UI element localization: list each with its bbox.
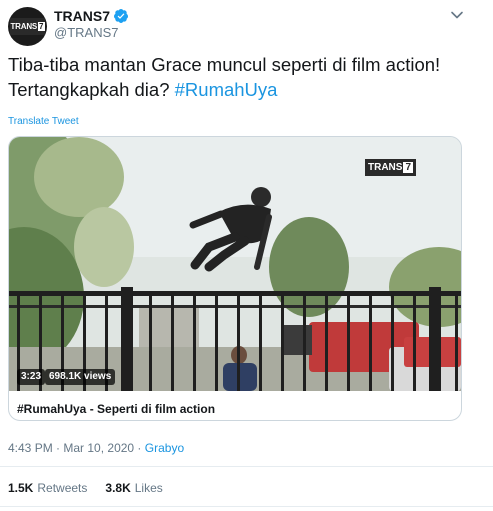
avatar-logo-number: 7 [38, 22, 45, 31]
likes-count: 3.8K [105, 481, 131, 495]
meta-separator-2: · [134, 441, 145, 455]
video-channel-logo: TRANS 7 [365, 159, 417, 176]
hashtag-link[interactable]: #RumahUya [175, 79, 278, 100]
tweet-source-link[interactable]: Grabyo [145, 441, 184, 455]
translate-tweet-link[interactable]: Translate Tweet [8, 116, 79, 127]
video-player[interactable]: TRANS 7 3:23 698.1K views [9, 137, 461, 391]
handle[interactable]: @TRANS7 [54, 25, 119, 40]
media-card-title[interactable]: #RumahUya - Seperti di film action [17, 402, 215, 416]
tweet-date[interactable]: Mar 10, 2020 [63, 441, 134, 455]
video-duration-badge: 3:23 [17, 369, 46, 385]
meta-separator: · [52, 441, 64, 455]
tweet-stats: 1.5K Retweets 3.8K Likes [8, 481, 181, 495]
video-logo-number: 7 [403, 162, 414, 173]
video-logo-text: TRANS [368, 162, 403, 173]
name-row: TRANS7 [54, 8, 129, 24]
tweet-timestamp-row: 4:43 PM · Mar 10, 2020 · Grabyo [8, 441, 184, 455]
avatar[interactable]: TRANS 7 [8, 7, 47, 46]
avatar-logo-text: TRANS [10, 22, 38, 31]
tweet-text: Tiba-tiba mantan Grace muncul seperti di… [8, 52, 478, 102]
tweet-text-plain: Tertangkapkah dia? [8, 79, 175, 100]
retweets-stat[interactable]: 1.5K Retweets [8, 481, 87, 495]
divider [0, 466, 493, 467]
likes-stat[interactable]: 3.8K Likes [105, 481, 162, 495]
chevron-down-icon[interactable] [450, 10, 464, 20]
likes-label: Likes [134, 481, 163, 495]
tweet-text-line2: Tertangkapkah dia? #RumahUya [8, 77, 478, 102]
divider-bottom [0, 506, 493, 507]
video-views-badge: 698.1K views [45, 369, 116, 385]
media-card[interactable]: TRANS 7 3:23 698.1K views #RumahUya - Sep… [8, 136, 462, 421]
avatar-logo: TRANS 7 [10, 18, 45, 35]
tweet: TRANS 7 TRANS7 @TRANS7 Tiba-tiba mantan G… [0, 0, 493, 511]
retweets-label: Retweets [37, 481, 88, 495]
retweets-count: 1.5K [8, 481, 34, 495]
display-name[interactable]: TRANS7 [54, 8, 110, 24]
tweet-time[interactable]: 4:43 PM [8, 441, 53, 455]
verified-badge-icon [114, 9, 129, 23]
tweet-text-line1: Tiba-tiba mantan Grace muncul seperti di… [8, 54, 441, 75]
